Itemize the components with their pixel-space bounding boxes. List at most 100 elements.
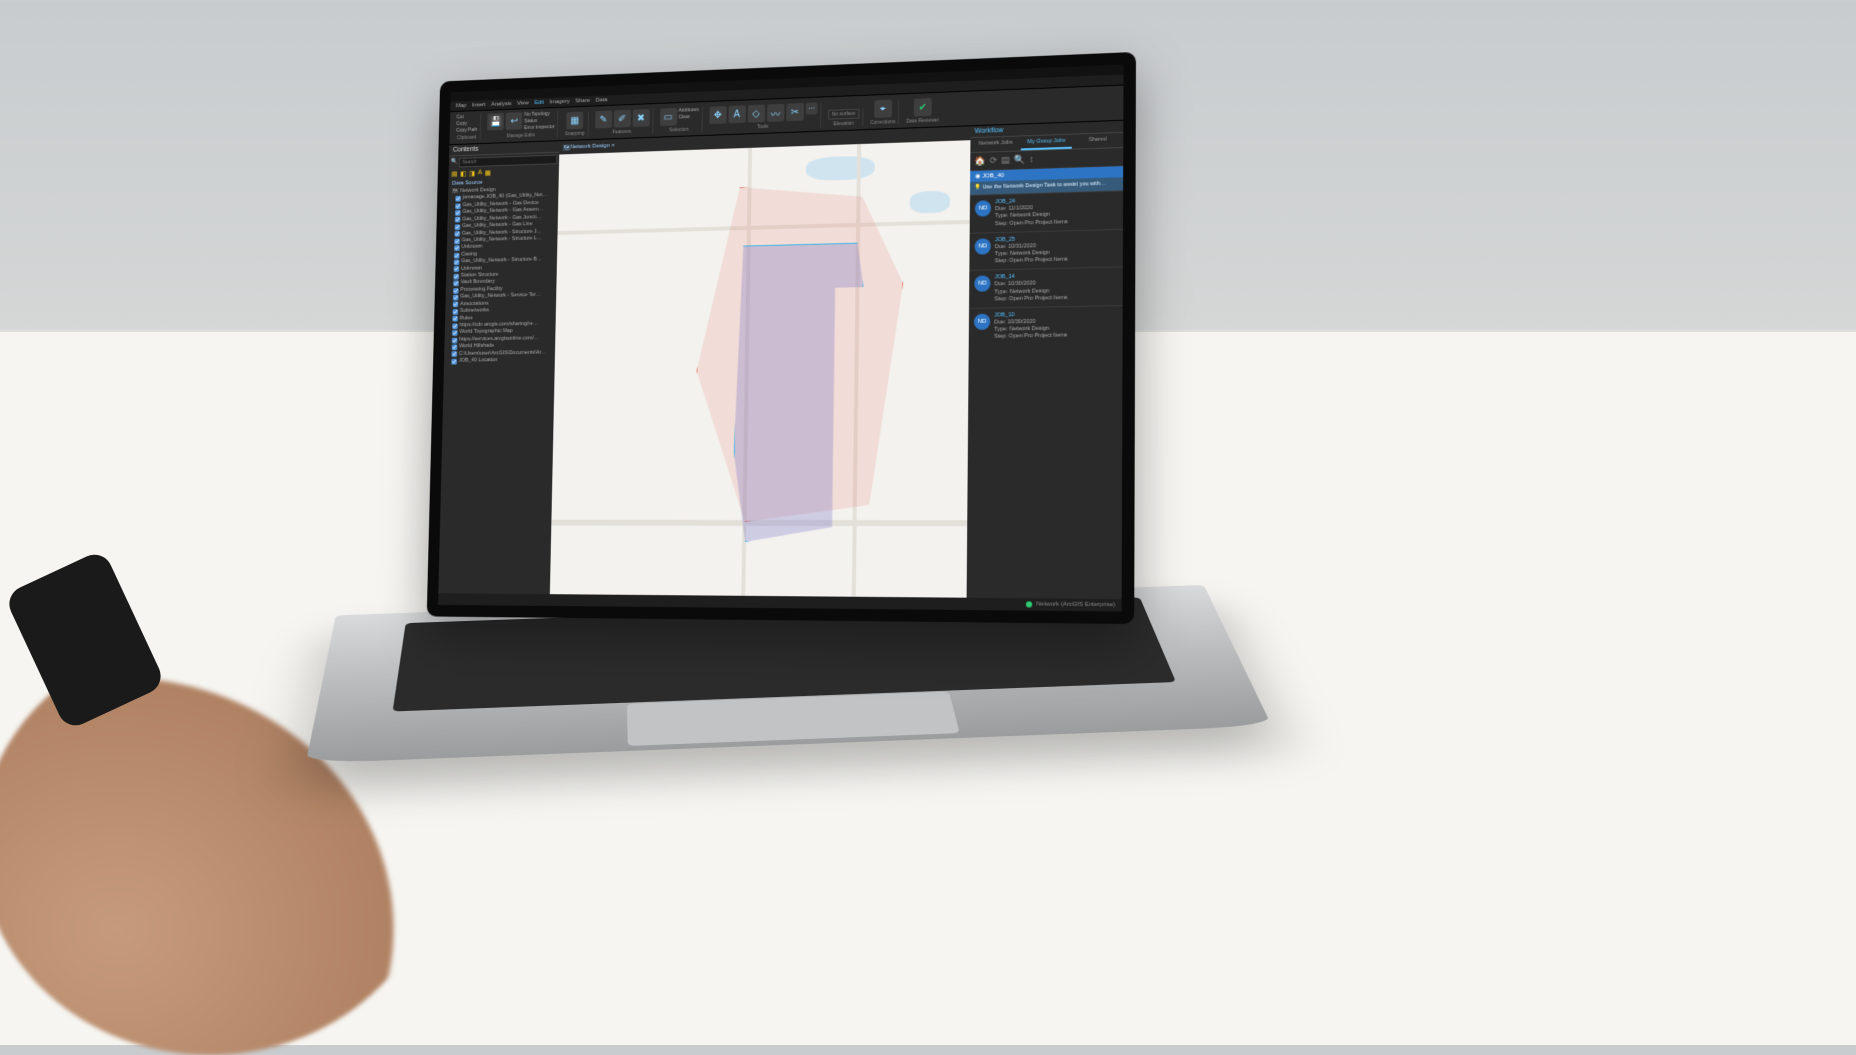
job-card[interactable]: NDJOB_10Due: 10/30/2020Type: Network Des…	[969, 305, 1123, 346]
copy-btn[interactable]: Copy	[456, 121, 467, 127]
layer-visibility-checkbox[interactable]	[455, 203, 461, 209]
split-icon[interactable]: ✂	[786, 103, 804, 121]
app-window: Map Insert Analysis View Edit Imagery Sh…	[427, 52, 1136, 624]
move-icon[interactable]: ✥	[709, 106, 726, 124]
wf-sort-icon[interactable]: ↕	[1029, 154, 1034, 165]
layer-visibility-checkbox[interactable]	[454, 259, 460, 265]
ground-to-grid-icon[interactable]: ⌖	[874, 100, 892, 118]
reshape-icon[interactable]: 〰	[767, 104, 785, 122]
job-step: Step: Open Pro Project Items	[995, 219, 1068, 228]
menu-analysis[interactable]: Analysis	[491, 101, 512, 107]
toc-list-by-source-icon[interactable]: ◧	[460, 170, 466, 178]
tab-network-jobs[interactable]: Network Jobs	[970, 136, 1021, 152]
snapping-icon[interactable]: ▦	[566, 112, 583, 130]
layer-visibility-checkbox[interactable]	[455, 224, 461, 230]
layer-visibility-checkbox[interactable]	[451, 352, 457, 358]
layer-visibility-checkbox[interactable]	[452, 337, 458, 343]
water-body	[806, 155, 875, 181]
delete-icon[interactable]: ✖	[632, 109, 649, 127]
no-topology-label[interactable]: No Topology	[524, 111, 550, 118]
layer-label: https://services.arcgisonline.com/…	[459, 335, 539, 343]
status-label[interactable]: Status	[524, 118, 537, 124]
error-inspector-label[interactable]: Error Inspector	[524, 124, 555, 131]
layer-visibility-checkbox[interactable]	[452, 323, 458, 329]
toc-labeling-icon[interactable]: A	[478, 170, 482, 178]
layer-visibility-checkbox[interactable]	[452, 330, 458, 336]
layer-tree: 🗺 Network Design jsmanage.JOB_40 (Gas_Ut…	[444, 185, 559, 365]
ribbon-features: ✎ ✐ ✖ Features	[592, 109, 653, 136]
job-card[interactable]: NDJOB_14Due: 10/30/2020Type: Network Des…	[969, 267, 1123, 308]
job-step: Step: Open Pro Project Items	[995, 257, 1068, 266]
create-icon[interactable]: ✎	[595, 111, 612, 129]
toc-selection-icon[interactable]: ▦	[485, 169, 491, 177]
attributes-btn[interactable]: Attributes	[679, 107, 699, 114]
menu-edit[interactable]: Edit	[534, 100, 544, 106]
search-icon: 🔍	[451, 158, 458, 168]
job-list: NDJOB_24Due: 11/1/2020Type: Network Desi…	[967, 191, 1123, 600]
copypath-btn[interactable]: Copy Path	[456, 127, 477, 133]
job-step: Step: Open Pro Project Items	[994, 333, 1067, 341]
app-body: Contents 🔍 ▤ ◧ ◨ A ▦ Data Source 🗺 Netwo…	[438, 121, 1123, 599]
layer-item[interactable]: JOB_40 Location	[446, 357, 553, 366]
layer-label: C:\Users\user\ArcGIS\Documents\Ar…	[459, 349, 547, 357]
toc-filter-icon[interactable]: ◨	[469, 170, 475, 178]
water-body	[910, 191, 950, 214]
layer-visibility-checkbox[interactable]	[451, 359, 457, 365]
job-card[interactable]: NDJOB_24Due: 11/1/2020Type: Network Desi…	[970, 191, 1123, 233]
corrections-label: Corrections	[870, 119, 895, 126]
layer-visibility-checkbox[interactable]	[454, 231, 460, 237]
data-reviewer-label: Data Reviewer	[906, 118, 939, 125]
layer-visibility-checkbox[interactable]	[454, 252, 460, 258]
cut-btn[interactable]: Cut	[456, 114, 463, 120]
layer-visibility-checkbox[interactable]	[454, 238, 460, 244]
workflow-pane: Workflow Network Jobs My Group Jobs Shar…	[967, 121, 1124, 599]
annotation-icon[interactable]: A	[728, 105, 746, 123]
tab-my-group-jobs[interactable]: My Group Jobs	[1021, 135, 1072, 151]
layer-visibility-checkbox[interactable]	[455, 217, 461, 223]
layer-visibility-checkbox[interactable]	[453, 288, 459, 294]
layer-visibility-checkbox[interactable]	[452, 316, 458, 322]
map-view[interactable]: 🗺 Network Design ×	[550, 126, 971, 597]
layer-visibility-checkbox[interactable]	[453, 295, 459, 301]
menu-map[interactable]: Map	[456, 103, 467, 109]
layer-visibility-checkbox[interactable]	[454, 245, 460, 251]
menu-share[interactable]: Share	[575, 98, 590, 104]
elevation-label: Elevation	[833, 121, 853, 128]
layer-label: JOB_40 Location	[459, 357, 498, 365]
layer-visibility-checkbox[interactable]	[453, 281, 459, 287]
discard-icon[interactable]: ↩	[506, 112, 523, 130]
menu-view[interactable]: View	[517, 100, 529, 106]
features-label: Features	[612, 129, 631, 135]
ribbon-clipboard: Cut Copy Copy Path Clipboard	[453, 114, 481, 141]
menu-data[interactable]: Data	[596, 97, 608, 103]
manage-quality-icon[interactable]: ✔	[914, 98, 932, 116]
tools-label: Tools	[757, 124, 768, 130]
menu-insert[interactable]: Insert	[472, 102, 486, 108]
layer-visibility-checkbox[interactable]	[455, 210, 461, 216]
save-icon[interactable]: 💾	[487, 113, 504, 131]
elev-mode[interactable]: No surface	[828, 109, 860, 120]
tab-shared[interactable]: Shared	[1072, 133, 1124, 149]
wf-search-icon[interactable]: 🔍	[1014, 154, 1025, 165]
wf-filter-icon[interactable]: ▤	[1001, 155, 1010, 166]
layer-visibility-checkbox[interactable]	[452, 344, 458, 350]
menu-imagery[interactable]: Imagery	[549, 99, 569, 106]
wf-home-icon[interactable]: 🏠	[974, 156, 985, 167]
selection-label: Selection	[669, 127, 689, 134]
connection-status-icon	[1026, 601, 1032, 607]
layer-visibility-checkbox[interactable]	[453, 302, 459, 308]
job-card[interactable]: NDJOB_25Due: 10/31/2020Type: Network Des…	[969, 229, 1123, 271]
layer-visibility-checkbox[interactable]	[454, 266, 460, 272]
layer-visibility-checkbox[interactable]	[453, 274, 459, 280]
wf-refresh-icon[interactable]: ⟳	[990, 155, 998, 166]
more-tools-icon[interactable]: ⋯	[805, 103, 817, 115]
select-icon[interactable]: ▭	[660, 108, 677, 126]
layer-visibility-checkbox[interactable]	[455, 196, 461, 202]
clear-btn[interactable]: Clear	[679, 114, 690, 120]
layer-visibility-checkbox[interactable]	[453, 309, 459, 315]
ribbon-selection: ▭ Attributes Clear Selection	[657, 107, 703, 134]
modify-icon[interactable]: ✐	[613, 110, 630, 128]
edit-vertices-icon[interactable]: ◇	[747, 105, 765, 123]
toc-list-by-drawing-icon[interactable]: ▤	[451, 170, 457, 178]
basemap	[550, 140, 971, 598]
